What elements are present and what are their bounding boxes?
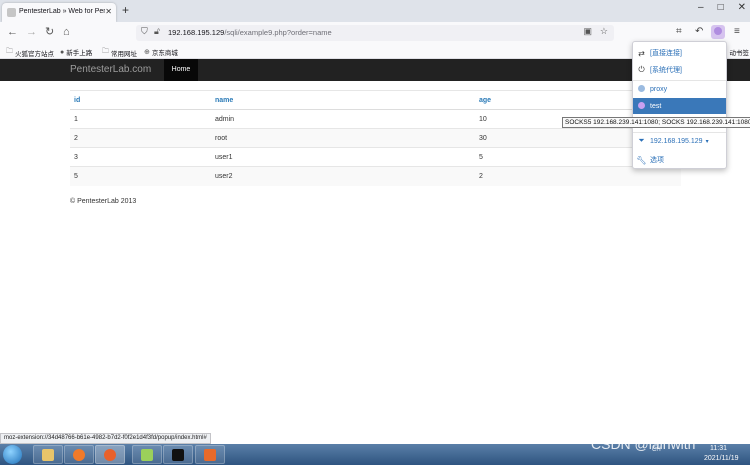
nav-home-link[interactable]: Home <box>164 59 198 81</box>
proxy-popup: ⇄ [直接连接] ⏻ [系统代理] proxy test ⏷ 192.168.1… <box>632 41 727 169</box>
menu-item-label: [直接连接] <box>650 50 682 57</box>
url-bar[interactable]: ⛉ 🔓︎ 192.168.195.129/sqli/example9.php?o… <box>136 25 614 41</box>
firefox-taskbar-icon[interactable] <box>95 445 125 464</box>
back-icon[interactable]: ← <box>7 26 18 38</box>
cell-name: user1 <box>211 147 475 167</box>
bookmark-item[interactable]: ⊕ 京东商城 <box>144 47 178 57</box>
bookmark-label: 常用网址 <box>111 50 137 58</box>
menu-item-label: test <box>650 102 662 110</box>
url-host: 192.168.195.129 <box>168 28 225 37</box>
cell-name: root <box>211 128 475 148</box>
table-row: 3 user1 5 <box>70 147 681 167</box>
folder-icon: 🗀 <box>102 48 109 55</box>
cell-age: 2 <box>475 166 681 186</box>
dropdown-caret-icon: ▾ <box>705 138 709 145</box>
close-tab-icon[interactable]: ✕ <box>105 7 112 16</box>
cell-id: 1 <box>70 109 211 129</box>
proxy-tooltip: SOCKS5 192.168.239.141:1080; SOCKS 192.1… <box>562 117 750 128</box>
window-controls: – □ ✕ <box>698 2 746 13</box>
undo-icon[interactable]: ↶ <box>695 26 703 37</box>
menu-item-test-profile[interactable]: test <box>633 98 726 114</box>
page-actions-icon[interactable]: ▣ <box>583 26 592 37</box>
url-text[interactable]: 192.168.195.129/sqli/example9.php?order=… <box>168 28 332 37</box>
page-favicon-icon <box>7 8 16 17</box>
filter-icon: ⏷ <box>638 136 645 145</box>
url-path: /sqli/example9.php?order=name <box>224 28 332 37</box>
explorer-taskbar-icon[interactable] <box>33 445 63 464</box>
bookmark-label: 京东商城 <box>151 50 178 57</box>
users-table: id name age 1 admin 10 2 root 30 3 user1… <box>70 90 681 186</box>
crop-icon[interactable]: ⌗ <box>676 26 682 37</box>
forward-icon[interactable]: → <box>26 26 37 38</box>
home-icon[interactable]: ⌂ <box>63 26 70 38</box>
terminal-taskbar-icon[interactable] <box>163 445 193 464</box>
menu-item-label: 192.168.195.129 <box>650 137 703 145</box>
burp-taskbar-icon[interactable] <box>195 445 225 464</box>
menu-icon[interactable]: ≡ <box>734 26 740 37</box>
cell-id: 3 <box>70 147 211 167</box>
menu-item-proxy-profile[interactable]: proxy <box>633 81 726 97</box>
menu-item-direct[interactable]: ⇄ [直接连接] <box>633 45 726 61</box>
bookmark-label: 火狐官方站点 <box>15 50 54 58</box>
browser-tab[interactable]: PentesterLab » Web for Pent ✕ <box>2 3 116 22</box>
table-row: 2 root 30 <box>70 128 681 148</box>
globe-icon <box>633 84 650 94</box>
globe-icon <box>633 101 650 111</box>
column-header-id[interactable]: id <box>70 90 211 110</box>
menu-item-label: 选项 <box>650 157 664 164</box>
tab-bar: PentesterLab » Web for Pent ✕ + – □ ✕ <box>0 0 750 22</box>
proxy-extension-icon[interactable] <box>711 25 725 39</box>
start-button[interactable] <box>3 445 22 464</box>
cell-name: admin <box>211 109 475 129</box>
globe-icon: ⊕ <box>144 49 150 56</box>
site-brand[interactable]: PentesterLab.com <box>70 64 151 75</box>
menu-item-system-proxy[interactable]: ⏻ [系统代理] <box>633 62 726 78</box>
transfer-icon: ⇄ <box>638 48 645 58</box>
insecure-lock-icon[interactable]: 🔓︎ <box>154 26 160 37</box>
menu-item-host-rule[interactable]: ⏷ 192.168.195.129 ▾ <box>633 133 726 149</box>
status-bar: moz-extension://34d48766-b61e-4982-b7d2-… <box>0 433 211 444</box>
bookmark-label: 新手上路 <box>66 50 93 57</box>
cell-id: 5 <box>70 166 211 186</box>
power-icon: ⏻ <box>638 65 645 74</box>
notepad-taskbar-icon[interactable] <box>132 445 162 464</box>
table-row: 5 user2 2 <box>70 166 681 186</box>
minimize-icon[interactable]: – <box>698 2 704 13</box>
cell-id: 2 <box>70 128 211 148</box>
wrench-icon: 🔧︎ <box>636 155 647 165</box>
column-header-name[interactable]: name <box>211 90 475 110</box>
media-player-taskbar-icon[interactable] <box>64 445 94 464</box>
folder-icon: 🗀 <box>6 48 13 55</box>
watermark: CSDN @lainwith <box>591 436 696 452</box>
table-header-row: id name age <box>70 90 681 110</box>
menu-item-options[interactable]: 🔧︎ 选项 <box>633 152 726 168</box>
clock-time[interactable]: 11:31 <box>710 445 727 452</box>
close-window-icon[interactable]: ✕ <box>738 2 746 13</box>
clock-date[interactable]: 2021/11/19 <box>704 455 739 462</box>
bookmark-item[interactable]: 🗀 火狐官方站点 <box>6 47 54 58</box>
bookmark-star-icon[interactable]: ☆ <box>600 26 608 37</box>
cell-name: user2 <box>211 166 475 186</box>
shield-icon[interactable]: ⛉ <box>141 26 148 37</box>
firefox-icon: ● <box>60 48 65 56</box>
reload-icon[interactable]: ↻ <box>45 26 54 38</box>
menu-item-label: proxy <box>650 85 668 93</box>
menu-item-label: [系统代理] <box>650 67 682 74</box>
new-tab-button[interactable]: + <box>122 3 129 17</box>
tab-title: PentesterLab » Web for Pent <box>19 8 105 15</box>
page-footer: © PentesterLab 2013 <box>70 198 137 205</box>
bookmark-item[interactable]: ● 新手上路 <box>60 47 93 58</box>
other-bookmarks[interactable]: 动书签 <box>730 47 750 57</box>
bookmark-item[interactable]: 🗀 常用网址 <box>102 47 137 58</box>
maximize-icon[interactable]: □ <box>718 2 724 13</box>
